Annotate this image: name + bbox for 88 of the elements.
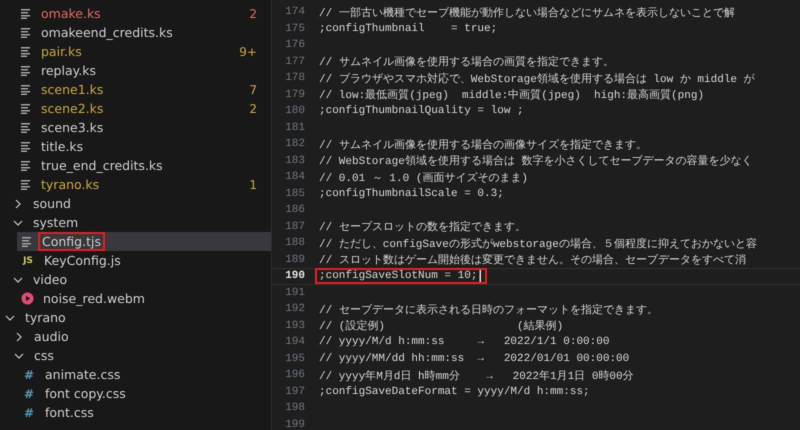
folder-item[interactable]: system [8,213,271,232]
file-item[interactable]: scene1.ks 7 [16,80,271,99]
file-lines-icon [20,65,32,76]
file-item[interactable]: tyrano.ks 1 [16,175,271,194]
file-lines-icon [20,27,32,38]
line-number: 189 [284,254,306,266]
code-line: // ブラウザやスマホ対応で、WebStorage領域を使用する場合は low か middle が [318,72,756,88]
file-item[interactable]: # font.css [18,403,271,422]
file-item[interactable]: Config.tjs [17,232,271,251]
code-line: // 0.01 ～ 1.0 (画面サイズそのまま) [318,171,530,187]
code-line: // セーブデータに表示される日時のフォーマットを指定できます。 [318,302,659,319]
line-number: 196 [284,369,306,382]
file-lines-icon [20,160,32,171]
file-type-icon: JS [21,256,35,266]
code-line: // セーブスロットの数を指定できます。 [318,220,527,236]
line-number: 178 [284,72,306,84]
file-type-icon: # [22,406,36,420]
line-number: 185 [284,188,306,200]
code-line: // yyyy年M月d日 h時mm分 → 2022年1月1日 0時00分 [318,369,635,385]
file-lines-icon [20,84,32,95]
line-number: 190 [284,270,306,282]
line-number: 186 [284,204,306,216]
line-number: 181 [284,122,306,134]
folder-item[interactable]: css [9,346,271,365]
line-number: 199 [284,418,306,430]
line-number: 191 [284,286,306,299]
file-lines-icon [20,103,32,114]
change-count: 9+ [239,44,257,58]
line-number: 197 [284,386,306,398]
change-count: 7 [249,82,257,96]
file-item[interactable]: JS KeyConfig.js [17,251,271,270]
code-line: // (設定例) (結果例) [318,318,564,336]
file-lines-icon [20,8,32,19]
file-item[interactable]: # font copy.css [18,384,271,403]
code-line: // 一部古い機種でセーブ機能が動作しない場合などにサムネを表示しないことで解 [318,6,736,22]
line-number: 179 [284,88,306,101]
line-number: 198 [284,402,306,414]
line-number: 195 [284,352,306,365]
code-line: // yyyy/MM/dd hh:mm:ss → 2022/01/01 00:00:00 [318,352,630,367]
file-item[interactable]: scene3.ks [16,118,271,137]
file-type-icon: # [22,368,36,382]
code-line: // スロット数はゲーム開始後は変更できません。その場合、セーブデータをすべて消 [318,252,747,270]
line-number: 193 [284,320,306,332]
file-item[interactable]: scene2.ks 2 [16,99,271,118]
code-line: ;configThumbnailScale = 0.3; [318,186,505,202]
change-count: 2 [249,102,257,116]
code-line: // WebStorage領域を使用する場合は 数字を小さくしてセーブデータの容量を少なく [318,154,754,170]
code-line: // サムネイル画像を使用する場合の画質を指定できます。 [318,54,615,72]
line-number: 182 [284,138,306,150]
line-number: 177 [284,56,306,68]
code-line: ;configSaveDateFormat = yyyy/M/d h:mm:ss; [318,384,591,400]
change-count: 1 [249,178,257,192]
line-number: 180 [284,105,306,118]
code-line: // low:最低画質(jpeg) middle:中画質(jpeg) high:最高画質(png) [318,88,706,104]
file-item[interactable]: omakeend_credits.ks [16,23,271,42]
code-line: ;configThumbnailQuality = low ; [318,104,525,120]
play-icon [21,292,34,305]
folder-item[interactable]: video [8,270,271,289]
file-item[interactable]: # animate.css [18,365,271,384]
change-count: 2 [249,6,257,20]
code-line: // ただし、configSaveの形式がwebstorageの場合、５個程度に抑えておかないと容 [318,236,758,253]
line-number: 175 [284,22,306,35]
line-number: 194 [284,336,306,348]
file-lines-icon [20,179,32,190]
line-number: 183 [284,154,306,167]
code-line: // yyyy/M/d h:mm:ss → 2022/1/1 0:00:00 [318,335,610,350]
file-item[interactable]: title.ks [16,137,271,156]
file-item[interactable]: pair.ks 9+ [16,42,271,61]
line-number: 187 [284,220,306,233]
file-type-icon: # [22,386,36,400]
file-lines-icon [20,46,32,57]
folder-item[interactable]: sound [8,194,271,213]
file-item[interactable]: replay.ks [16,61,271,80]
line-number: 192 [284,303,306,316]
file-item[interactable]: noise_red.webm [17,289,271,308]
file-lines-icon [21,236,33,247]
file-lines-icon [20,122,32,133]
file-item[interactable]: omake.ks 2 [16,4,271,23]
line-number: 176 [284,39,306,52]
code-line: // サムネイル画像を使用する場合の画像サイズを指定できます。 [318,138,648,154]
code-line: ;configThumbnail = true; [318,22,498,37]
line-number: 174 [284,6,306,18]
line-number: 184 [284,171,306,184]
folder-item[interactable]: tyrano [0,308,271,327]
line-number: 188 [284,237,306,250]
file-lines-icon [20,141,32,152]
file-item[interactable]: true_end_credits.ks [16,156,271,175]
folder-item[interactable]: audio [9,327,271,346]
